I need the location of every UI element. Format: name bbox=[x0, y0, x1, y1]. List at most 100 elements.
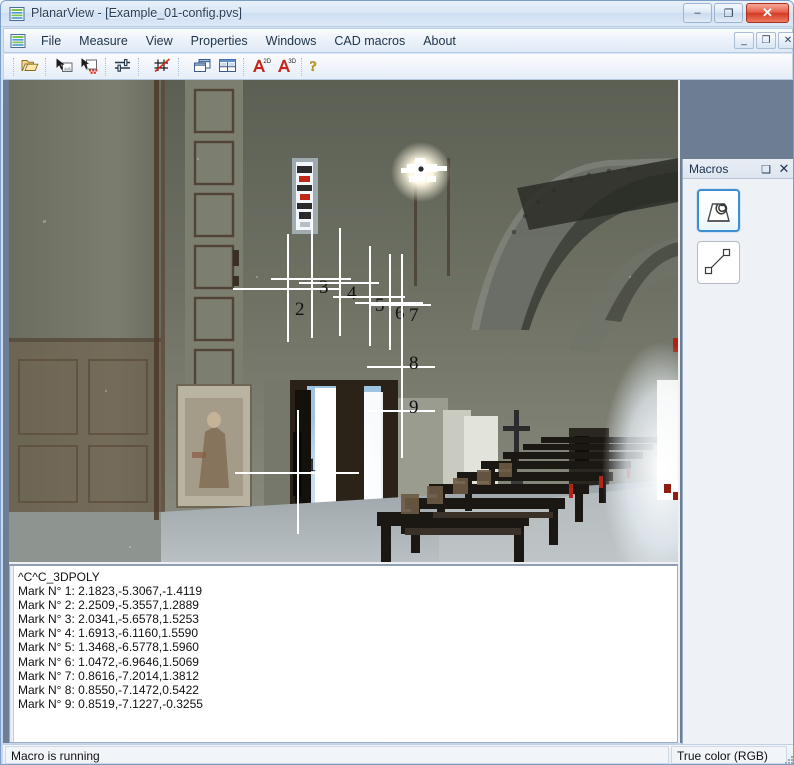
annotate-2d-button[interactable]: 2D bbox=[248, 56, 273, 79]
log-line: Mark N° 7: 0.8616,-7.2014,1.3812 bbox=[18, 668, 199, 683]
window-close-button[interactable]: ✕ bbox=[746, 3, 789, 23]
log-line: Mark N° 9: 0.8519,-7.1227,-0.3255 bbox=[18, 696, 203, 711]
sliders-icon bbox=[113, 57, 132, 77]
mdi-close-button[interactable]: ✕ bbox=[778, 32, 793, 49]
select-marks-button[interactable] bbox=[77, 56, 102, 79]
menu-view[interactable]: View bbox=[137, 31, 182, 51]
macros-panel-title: Macros bbox=[689, 162, 729, 176]
macro-polyline-button[interactable] bbox=[697, 241, 740, 284]
mark-label-7: 7 bbox=[409, 305, 419, 326]
menu-item-list: File Measure View Properties Windows CAD… bbox=[32, 29, 465, 52]
status-bar: Macro is running True color (RGB) bbox=[3, 744, 793, 764]
mark-crosshair-vertical[interactable] bbox=[297, 410, 299, 534]
mark-label-3: 3 bbox=[319, 277, 329, 298]
no-cross-icon bbox=[153, 57, 172, 77]
clear-lines-button[interactable] bbox=[150, 56, 175, 79]
dock-float-icon[interactable]: ❏ bbox=[759, 162, 773, 176]
maximize-icon: ❐ bbox=[723, 7, 734, 20]
help-button[interactable]: ? bbox=[302, 56, 327, 79]
church-interior-photo bbox=[9, 80, 678, 562]
window-minimize-button[interactable]: – bbox=[683, 3, 712, 23]
mdi-minimize-icon: _ bbox=[741, 35, 747, 46]
letter-a-3d-icon: 3D bbox=[276, 57, 296, 77]
mark-label-8: 8 bbox=[409, 353, 419, 374]
color-mode-label: True color (RGB) bbox=[677, 749, 768, 763]
resize-grip-icon[interactable] bbox=[784, 754, 793, 764]
dock-close-icon[interactable]: ✕ bbox=[777, 161, 791, 176]
menu-bar: File Measure View Properties Windows CAD… bbox=[3, 28, 793, 53]
menu-measure[interactable]: Measure bbox=[70, 31, 137, 51]
document-window: 123456789 ^C^C_3DPOLY Mark N° 1: 2.1823,… bbox=[9, 80, 680, 743]
macros-panel-titlebar: Macros ❏ ✕ bbox=[683, 159, 793, 179]
toolbar-separator bbox=[243, 58, 244, 76]
status-message: Macro is running bbox=[11, 749, 100, 763]
document-icon[interactable] bbox=[10, 33, 26, 49]
log-line: Mark N° 1: 2.1823,-5.3067,-1.4119 bbox=[18, 584, 203, 599]
menu-cad-macros[interactable]: CAD macros bbox=[325, 31, 414, 51]
scanner-spiral-icon bbox=[707, 203, 730, 222]
annotate-3d-button[interactable]: 3D bbox=[273, 56, 298, 79]
log-line-list: ^C^C_3DPOLY Mark N° 1: 2.1823,-5.3067,-1… bbox=[18, 570, 668, 711]
mark-label-1: 1 bbox=[307, 455, 317, 476]
mark-crosshair-vertical[interactable] bbox=[339, 228, 341, 336]
tile-windows-button[interactable] bbox=[215, 56, 240, 79]
mark-label-6: 6 bbox=[395, 303, 405, 324]
mdi-restore-button[interactable]: ❐ bbox=[756, 32, 776, 49]
diagonal-line-icon bbox=[704, 248, 731, 275]
status-color-pane: True color (RGB) bbox=[671, 746, 787, 764]
menu-about[interactable]: About bbox=[414, 31, 465, 51]
mark-crosshair-vertical[interactable] bbox=[389, 254, 391, 350]
window-title: PlanarView - [Example_01-config.pvs] bbox=[31, 6, 242, 20]
tile-icon bbox=[218, 57, 237, 77]
mark-label-4: 4 bbox=[347, 283, 357, 304]
toolbar-separator bbox=[45, 58, 46, 76]
mark-crosshair-vertical[interactable] bbox=[287, 234, 289, 342]
cascade-windows-button[interactable] bbox=[190, 56, 215, 79]
mark-crosshair-vertical[interactable] bbox=[401, 362, 403, 458]
mark-crosshair-vertical[interactable] bbox=[311, 218, 313, 338]
macro-scan-button[interactable] bbox=[697, 189, 740, 232]
minimize-icon: – bbox=[694, 7, 701, 19]
toolbar-separator bbox=[138, 58, 139, 76]
log-line: Mark N° 8: 0.8550,-7.1472,0.5422 bbox=[18, 682, 199, 697]
app-icon bbox=[9, 6, 25, 22]
toolbar-separator bbox=[105, 58, 106, 76]
menu-file[interactable]: File bbox=[32, 31, 70, 51]
menu-properties[interactable]: Properties bbox=[182, 31, 257, 51]
mdi-close-icon: ✕ bbox=[783, 35, 793, 46]
status-message-pane: Macro is running bbox=[5, 746, 669, 764]
main-toolbar: 2D 3D ? bbox=[3, 54, 793, 80]
mdi-minimize-button[interactable]: _ bbox=[734, 32, 754, 49]
open-file-button[interactable] bbox=[17, 56, 42, 79]
log-line: Mark N° 2: 2.2509,-5.3557,1.2889 bbox=[18, 598, 199, 613]
mark-crosshair-vertical[interactable] bbox=[369, 246, 371, 346]
cascade-icon bbox=[193, 57, 212, 77]
select-point-button[interactable] bbox=[52, 56, 77, 79]
pointer-image-icon bbox=[55, 57, 74, 77]
letter-a-2d-icon: 2D bbox=[251, 57, 271, 77]
svg-text:3D: 3D bbox=[288, 59, 296, 65]
log-line: Mark N° 5: 1.3468,-6.5778,1.5960 bbox=[18, 640, 199, 655]
log-line: Mark N° 6: 1.0472,-6.9646,1.5069 bbox=[18, 654, 199, 669]
log-line: ^C^C_3DPOLY bbox=[18, 570, 100, 584]
help-question-icon: ? bbox=[306, 57, 323, 77]
mark-label-9: 9 bbox=[409, 397, 419, 418]
window-maximize-button[interactable]: ❐ bbox=[714, 3, 743, 23]
open-folder-icon bbox=[21, 57, 39, 77]
toolbar-separator bbox=[13, 58, 14, 76]
close-icon: ✕ bbox=[762, 5, 773, 20]
log-line: Mark N° 3: 2.0341,-5.6578,1.5253 bbox=[18, 612, 199, 627]
macros-dock-panel: Macros ❏ ✕ bbox=[682, 159, 793, 764]
adjust-settings-button[interactable] bbox=[110, 56, 135, 79]
macro-output-log[interactable]: ^C^C_3DPOLY Mark N° 1: 2.1823,-5.3067,-1… bbox=[9, 564, 678, 743]
toolbar-separator bbox=[178, 58, 179, 76]
menu-windows[interactable]: Windows bbox=[257, 31, 326, 51]
log-line: Mark N° 4: 1.6913,-6.1160,1.5590 bbox=[18, 626, 199, 641]
mdi-client-area: 123456789 ^C^C_3DPOLY Mark N° 1: 2.1823,… bbox=[3, 80, 793, 764]
mdi-restore-icon: ❐ bbox=[761, 35, 771, 46]
application-window: PlanarView - [Example_01-config.pvs] – ❐… bbox=[0, 0, 794, 765]
panoramic-image-viewport[interactable]: 123456789 bbox=[9, 80, 678, 562]
mark-label-2: 2 bbox=[295, 299, 305, 320]
title-bar: PlanarView - [Example_01-config.pvs] – ❐… bbox=[1, 1, 793, 27]
log-left-gutter bbox=[10, 566, 14, 742]
